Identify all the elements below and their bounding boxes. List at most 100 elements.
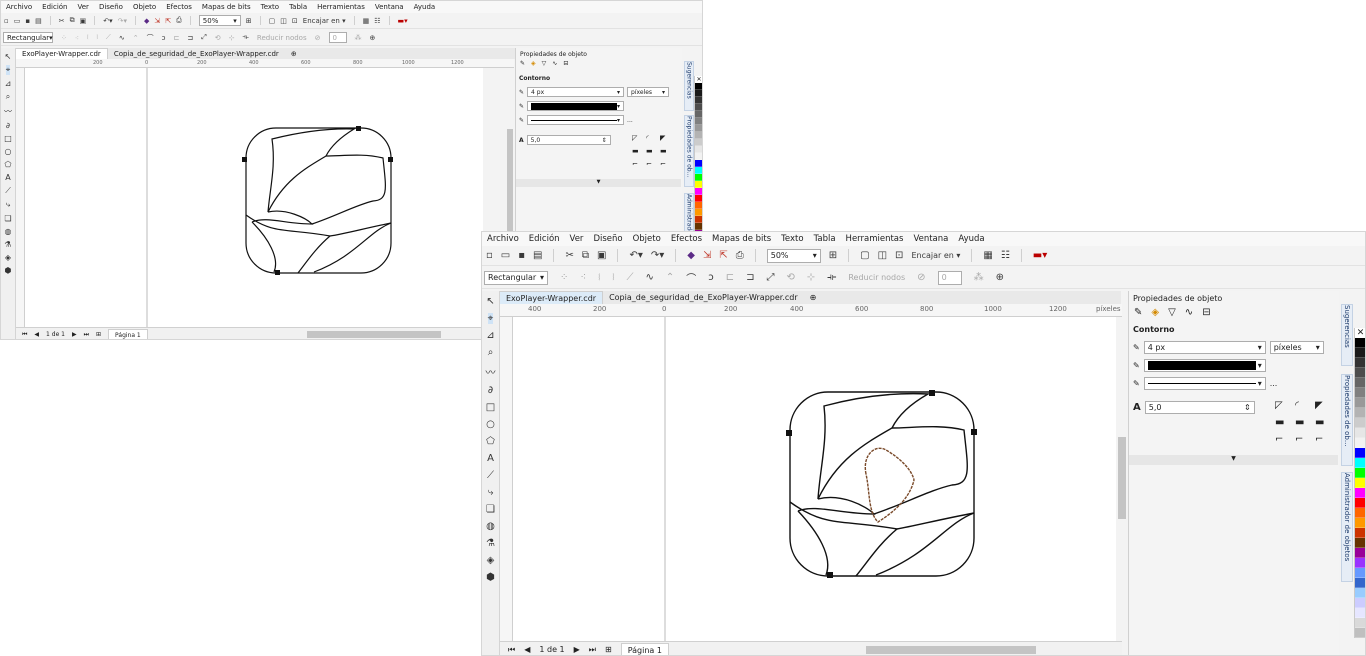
add-button-icon[interactable]: ⊕ <box>996 272 1004 283</box>
smart-fill-icon[interactable]: ⬢ <box>5 266 12 275</box>
publish-pdf-icon[interactable]: ⎙ <box>736 250 744 261</box>
next-page-icon[interactable]: ▶ <box>574 645 580 654</box>
horizontal-scrollbar[interactable] <box>307 331 441 338</box>
position-outside-icon[interactable]: ⌐ <box>1275 434 1295 445</box>
freehand-tool-icon[interactable]: 〰 <box>4 106 12 117</box>
horizontal-ruler[interactable]: 200 0 200 400 600 800 1000 1200 <box>16 59 514 68</box>
options-icon[interactable]: ☷ <box>374 17 380 25</box>
corner-options[interactable]: ◸ ◜ ◤ ▬ ▬ ▬ ⌐ ⌐ ⌐ <box>1275 400 1335 445</box>
menu-ventana[interactable]: Ventana <box>370 3 409 11</box>
transparency-icon[interactable]: ◍ <box>5 227 12 236</box>
print-icon[interactable]: ▤ <box>533 250 542 261</box>
connector-icon[interactable]: ⤷ <box>488 487 494 498</box>
parallel-dimension-icon[interactable]: ⟋ <box>487 470 494 481</box>
menu-efectos[interactable]: Efectos <box>161 3 197 11</box>
position-inside-icon[interactable]: ⌐ <box>1315 434 1335 445</box>
palette-swatch[interactable] <box>1355 368 1365 378</box>
position-center-icon[interactable]: ⌐ <box>646 160 660 168</box>
smoothness-value[interactable]: 0 <box>937 270 962 285</box>
palette-swatch[interactable] <box>1355 478 1365 488</box>
extend-curve-icon[interactable]: ⊏ <box>726 272 734 283</box>
menu-tabla[interactable]: Tabla <box>284 3 312 11</box>
search-content-icon[interactable]: ◆ <box>144 17 149 25</box>
palette-swatch[interactable] <box>1355 498 1365 508</box>
reduce-nodes-button[interactable]: Reducir nodos <box>257 34 307 42</box>
side-tab-sugerencias[interactable]: Sugerencias <box>1341 304 1353 366</box>
drawing-canvas[interactable] <box>25 68 483 327</box>
full-screen-icon[interactable]: ▢ <box>269 17 276 25</box>
cap-square-icon[interactable]: ▬ <box>1315 417 1335 428</box>
zoom-level-select[interactable]: 50% ▾ <box>766 248 821 263</box>
next-page-icon[interactable]: ▶ <box>72 331 77 338</box>
open-icon[interactable]: ▭ <box>501 250 510 261</box>
zoom-tool-icon[interactable]: ⌕ <box>6 92 10 102</box>
cap-square-icon[interactable]: ▬ <box>660 147 674 155</box>
page-tab[interactable]: Página 1 <box>108 328 148 339</box>
launch-app-icon[interactable]: ▬▾ <box>1033 250 1047 261</box>
eyedropper-icon[interactable]: ⚗ <box>4 240 11 249</box>
full-screen-icon[interactable]: ▢ <box>860 250 869 261</box>
palette-swatch[interactable] <box>1355 428 1365 438</box>
line-style-select[interactable]: ▾ <box>527 115 625 125</box>
copy-icon[interactable]: ⧉ <box>582 250 589 261</box>
stretch-nodes-icon[interactable]: ⤢ <box>767 272 775 283</box>
smart-fill-icon[interactable]: ⬢ <box>486 572 495 583</box>
save-icon[interactable]: ▪ <box>25 17 30 25</box>
palette-swatch[interactable] <box>1355 618 1365 628</box>
palette-swatch[interactable] <box>695 223 702 230</box>
drop-shadow-icon[interactable]: ❏ <box>4 214 11 223</box>
redo-icon[interactable]: ↷▾ <box>651 250 664 261</box>
palette-swatch[interactable] <box>695 202 702 209</box>
miter-limit-input[interactable]: 5,0 ⇕ <box>526 135 611 145</box>
palette-swatch[interactable] <box>695 188 702 195</box>
copy-icon[interactable]: ⧉ <box>70 16 75 25</box>
export-icon[interactable]: ⇱ <box>165 17 171 25</box>
rulers-icon[interactable]: ⊡ <box>292 17 298 25</box>
delete-node-icon[interactable]: ⁖ <box>75 34 79 42</box>
import-icon[interactable]: ⇲ <box>703 250 711 261</box>
rectangle-tool-icon[interactable]: □ <box>486 402 495 413</box>
expand-docker-icon[interactable]: ▼ <box>1129 455 1338 465</box>
palette-swatch[interactable] <box>1355 418 1365 428</box>
cap-butt-icon[interactable]: ▬ <box>632 147 646 155</box>
curve-tab-icon[interactable]: ∿ <box>552 60 557 67</box>
outline-color-select[interactable]: ▾ <box>1143 359 1266 372</box>
cusp-node-icon[interactable]: ⌃ <box>133 34 139 42</box>
new-document-icon[interactable]: ▫ <box>486 250 493 261</box>
palette-swatch[interactable] <box>1355 338 1365 348</box>
palette-swatch[interactable] <box>695 90 702 97</box>
selection-mode-select[interactable]: Rectangular ▾ <box>3 32 53 43</box>
position-outside-icon[interactable]: ⌐ <box>632 160 646 168</box>
menu-mapas-de-bits[interactable]: Mapas de bits <box>707 234 776 244</box>
undo-icon[interactable]: ↶▾ <box>103 17 112 25</box>
freehand-tool-icon[interactable]: 〰 <box>486 364 496 379</box>
view-mode-icon[interactable]: ◫ <box>878 250 887 261</box>
join-nodes-icon[interactable]: ⧙ <box>598 272 600 283</box>
cap-round-icon[interactable]: ▬ <box>1295 417 1315 428</box>
paste-icon[interactable]: ▣ <box>597 250 606 261</box>
palette-swatch[interactable] <box>1355 388 1365 398</box>
palette-swatch[interactable] <box>695 118 702 125</box>
side-tab-properties[interactable]: Propiedades de ob... <box>684 115 694 187</box>
break-curve-icon[interactable]: ⧘ <box>96 33 97 42</box>
fill-tab-icon[interactable]: ◈ <box>531 60 536 67</box>
side-tab-sugerencias[interactable]: Sugerencias <box>684 61 694 111</box>
connector-icon[interactable]: ⤷ <box>6 200 10 210</box>
palette-swatch[interactable]: ✕ <box>1355 328 1365 338</box>
welcome-screen-icon[interactable]: ▦ <box>983 250 992 261</box>
outline-tab-icon[interactable]: ✎ <box>1134 307 1142 318</box>
options-icon[interactable]: ☷ <box>1001 250 1010 261</box>
corner-round-icon[interactable]: ◜ <box>646 134 660 142</box>
app-icon-drawing[interactable] <box>789 391 975 577</box>
menu-edicion[interactable]: Edición <box>524 234 565 244</box>
tab-backup-copy[interactable]: Copia_de_seguridad_de_ExoPlayer-Wrapper.… <box>108 48 285 59</box>
undo-icon[interactable]: ↶▾ <box>629 250 642 261</box>
menu-edicion[interactable]: Edición <box>37 3 72 11</box>
prev-page-icon[interactable]: ◀ <box>524 645 530 654</box>
menu-mapas-de-bits[interactable]: Mapas de bits <box>197 3 256 11</box>
stretch-nodes-icon[interactable]: ⤢ <box>201 33 207 42</box>
palette-swatch[interactable] <box>1355 538 1365 548</box>
corner-miter-icon[interactable]: ◸ <box>1275 400 1295 411</box>
selection-mode-select[interactable]: Rectangular ▾ <box>484 270 548 285</box>
palette-swatch[interactable] <box>695 132 702 139</box>
